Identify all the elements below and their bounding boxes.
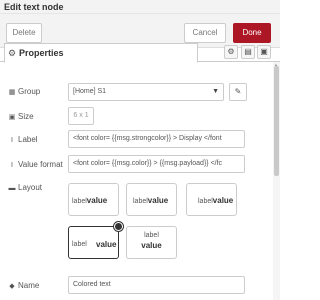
dialog-title-bar: Edit text node (0, 0, 280, 14)
layout-option-label: label (72, 241, 87, 248)
layout-option-value: value (86, 196, 108, 205)
chevron-down-icon: ▼ (212, 88, 219, 95)
layout-icon: ▬ (8, 185, 16, 192)
layout-option-row-left[interactable]: labelvalue (68, 183, 119, 216)
size-icon: ▣ (8, 114, 16, 121)
appearance-tab-icon[interactable]: ▣ (257, 45, 271, 59)
layout-option-row-center[interactable]: labelvalue (126, 183, 177, 216)
text-cursor-icon: I (11, 137, 13, 144)
tab-properties-label: Properties (19, 48, 64, 58)
size-label: ▣ Size (8, 112, 34, 121)
description-tab-icon[interactable]: ▤ (241, 45, 255, 59)
layout-option-label: label (198, 198, 213, 205)
tab-bar: ⚙ Properties (0, 42, 280, 63)
layout-option-label: label (144, 232, 159, 239)
edit-group-button[interactable]: ✎ (229, 83, 247, 101)
done-button[interactable]: Done (233, 23, 271, 43)
layout-option-column-center[interactable]: label value (126, 226, 177, 259)
tab-properties[interactable]: ⚙ Properties (4, 43, 198, 63)
group-label: ▦ Group (8, 87, 41, 96)
value-format-label: I Value format (8, 160, 63, 169)
layout-option-value: value (147, 196, 169, 205)
layout-option-row-right[interactable]: labelvalue (186, 183, 237, 216)
layout-option-value: value (141, 241, 162, 250)
delete-button[interactable]: Delete (6, 23, 42, 43)
label-field-label: I Label (8, 135, 38, 144)
name-label: ◆ Name (9, 281, 40, 290)
layout-label: ▬ Layout (8, 183, 43, 192)
text-cursor-icon: I (11, 162, 13, 169)
dialog-title: Edit text node (4, 2, 64, 12)
cancel-button[interactable]: Cancel (184, 23, 226, 43)
layout-option-value: value (96, 240, 117, 249)
layout-option-value: value (212, 196, 234, 205)
layout-option-label: label (133, 198, 148, 205)
settings-tab-icon[interactable]: ⚙ (224, 45, 238, 59)
table-icon: ▦ (8, 89, 16, 96)
scrollbar-thumb[interactable] (274, 66, 279, 176)
group-select[interactable]: [Home] S1 ▼ (68, 83, 224, 101)
size-button[interactable]: 6 x 1 (68, 107, 94, 125)
selected-check-icon (114, 222, 123, 231)
layout-option-label: label (72, 198, 87, 205)
value-format-input[interactable]: <font color= {{msg.color}} > {{msg.paylo… (68, 155, 245, 173)
tag-icon: ◆ (9, 283, 15, 290)
gear-icon: ⚙ (8, 48, 17, 58)
name-input[interactable]: Colored text (68, 276, 245, 294)
pencil-icon: ✎ (234, 87, 242, 96)
label-input[interactable]: <font color= {{msg.strongcolor}} > Displ… (68, 130, 245, 148)
layout-option-row-spread[interactable]: label value (68, 226, 119, 259)
